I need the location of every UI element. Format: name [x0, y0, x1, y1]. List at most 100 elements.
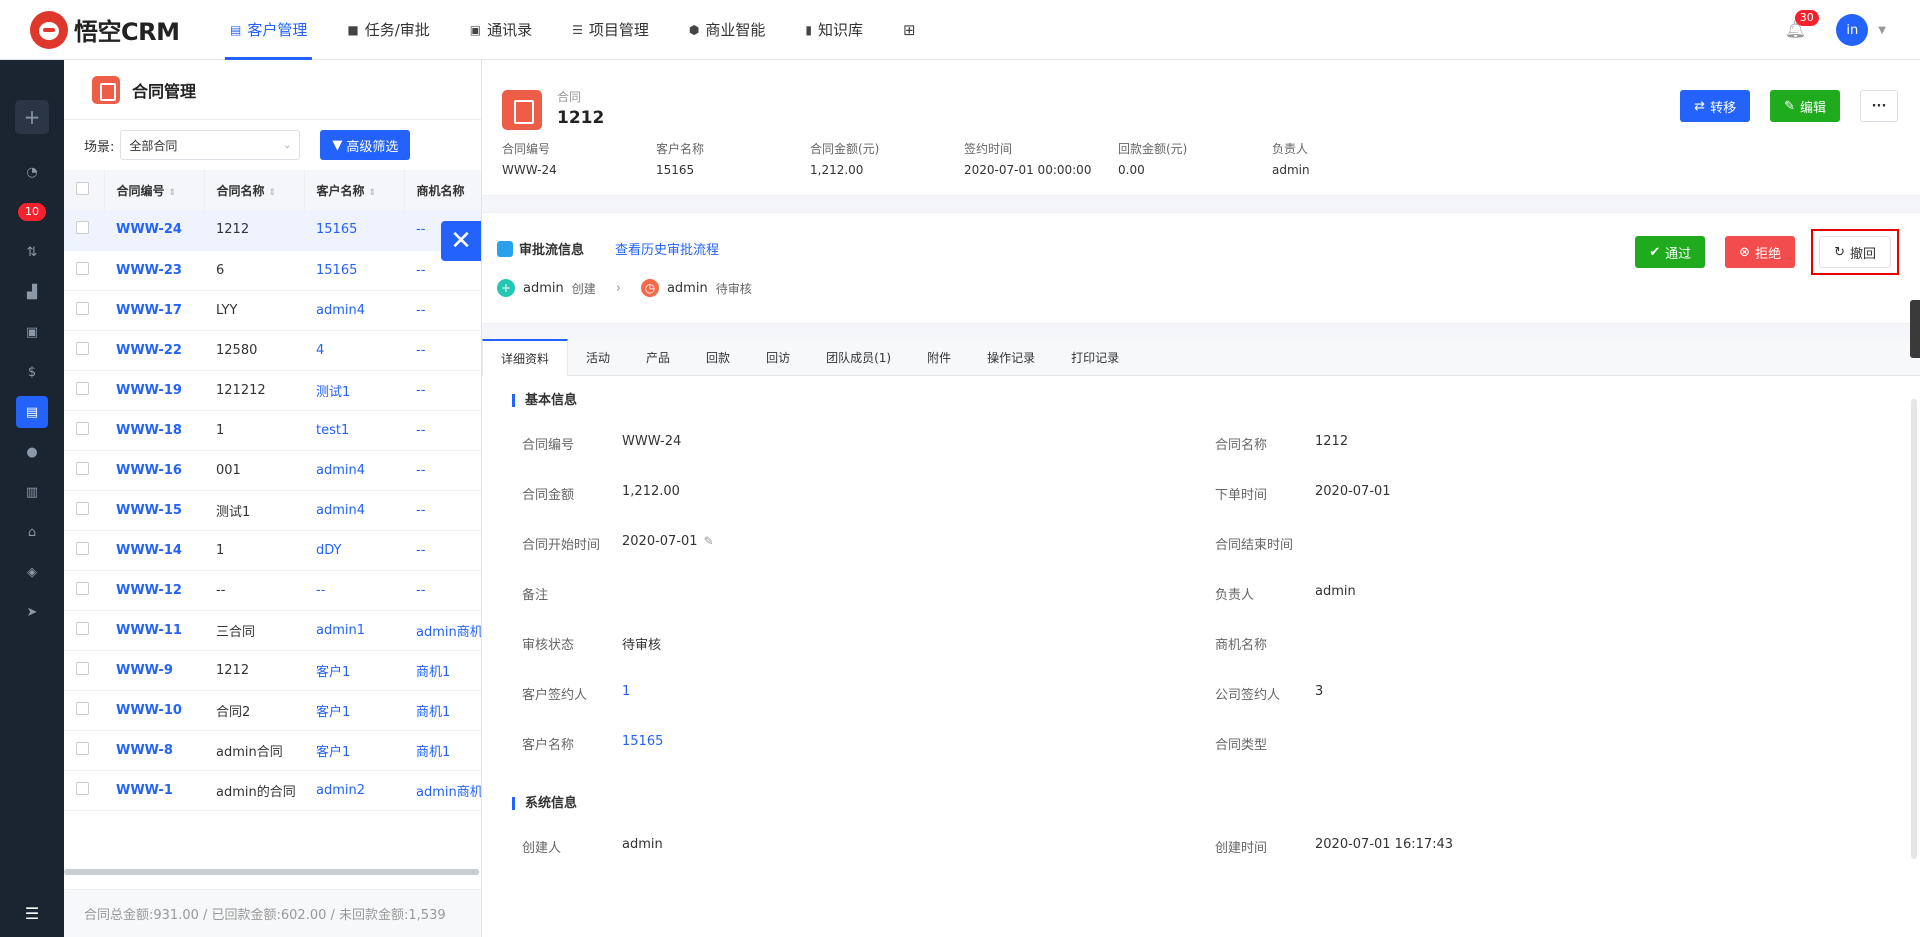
row-checkbox[interactable]	[76, 621, 89, 635]
pencil-icon[interactable]: ✎	[704, 534, 714, 548]
row-checkbox[interactable]	[76, 301, 89, 315]
row-checkbox[interactable]	[76, 501, 89, 515]
table-row[interactable]: WWW-14 1 dDY --	[64, 530, 484, 571]
tab-activity[interactable]: 活动	[568, 339, 628, 376]
contract-no-link[interactable]: WWW-22	[104, 330, 204, 371]
table-row[interactable]: WWW-18 1 test1 --	[64, 410, 484, 451]
transfer-button[interactable]: ⇄ 转移	[1680, 90, 1751, 122]
notification-button[interactable]: 🔔︎ 30	[1785, 10, 1819, 40]
sidebar-item-todo[interactable]: 10	[16, 196, 48, 228]
tab-details[interactable]: 详细资料	[482, 339, 569, 376]
opportunity-link[interactable]: 商机1	[404, 690, 484, 731]
sidebar-item-contacts[interactable]: ▣	[16, 316, 48, 348]
sidebar-item-customers[interactable]: ▟	[16, 276, 48, 308]
customer-link[interactable]: dDY	[304, 530, 404, 571]
table-row[interactable]: WWW-9 1212 客户1 商机1	[64, 650, 484, 691]
contract-no-link[interactable]: WWW-17	[104, 290, 204, 331]
opportunity-link[interactable]: admin商机	[404, 610, 484, 651]
row-checkbox[interactable]	[76, 381, 89, 395]
nav-customer-management[interactable]: ▤ 客户管理	[210, 0, 327, 60]
customer-link[interactable]: admin1	[304, 610, 404, 651]
contract-no-link[interactable]: WWW-12	[104, 570, 204, 611]
customer-link[interactable]: --	[304, 570, 404, 611]
row-checkbox[interactable]	[76, 341, 89, 355]
scene-select[interactable]: 全部合同 ⌄	[120, 130, 301, 160]
customer-link[interactable]: 15165	[304, 210, 404, 251]
customer-link[interactable]: 测试1	[304, 370, 404, 411]
field-value-editable[interactable]: 2020-07-01 ✎	[622, 534, 714, 549]
customer-signer-link[interactable]: 1	[622, 684, 630, 699]
opportunity-link[interactable]: --	[404, 370, 484, 411]
nav-knowledge-base[interactable]: ▮ 知识库	[785, 0, 883, 60]
avatar[interactable]: in	[1836, 14, 1869, 46]
contract-no-link[interactable]: WWW-15	[104, 490, 204, 531]
sidebar-item-marketing[interactable]: ➤	[16, 596, 48, 628]
opportunity-link[interactable]: admin商机	[404, 770, 484, 811]
opportunity-link[interactable]: --	[404, 450, 484, 491]
customer-link[interactable]: 客户1	[304, 690, 404, 731]
nav-tasks-approval[interactable]: ■ 任务/审批	[327, 0, 449, 60]
contract-no-link[interactable]: WWW-24	[104, 210, 204, 251]
contract-no-link[interactable]: WWW-9	[104, 650, 204, 691]
withdraw-button[interactable]: ↻ 撤回	[1819, 236, 1891, 268]
customer-name-link[interactable]: 15165	[622, 734, 663, 749]
row-checkbox[interactable]	[76, 421, 89, 435]
tab-receivables[interactable]: 回款	[688, 339, 748, 376]
table-row[interactable]: WWW-22 12580 4 --	[64, 330, 484, 371]
row-checkbox[interactable]	[76, 661, 89, 675]
logo[interactable]: 悟空CRM	[30, 10, 210, 49]
approve-button[interactable]: ✔ 通过	[1635, 236, 1706, 268]
table-row[interactable]: WWW-10 合同2 客户1 商机1	[64, 690, 484, 731]
vertical-scrollbar[interactable]	[1911, 399, 1917, 859]
customer-link[interactable]: 客户1	[304, 730, 404, 771]
sidebar-item-invoices[interactable]: ▥	[16, 476, 48, 508]
opportunity-link[interactable]: --	[404, 330, 484, 371]
customer-link[interactable]: test1	[304, 410, 404, 451]
opportunity-link[interactable]: --	[404, 410, 484, 451]
sidebar-item-visits[interactable]: ⌂	[16, 516, 48, 548]
customer-link[interactable]: 客户1	[304, 650, 404, 691]
contract-no-link[interactable]: WWW-14	[104, 530, 204, 571]
table-row[interactable]: WWW-8 admin合同 客户1 商机1	[64, 730, 484, 771]
customer-link[interactable]: 15165	[304, 250, 404, 291]
side-drawer-handle[interactable]	[1910, 300, 1920, 358]
sidebar-item-leads[interactable]: ⇅	[16, 236, 48, 268]
row-checkbox[interactable]	[76, 741, 89, 755]
sort-icon[interactable]: ⇕	[269, 188, 277, 198]
contract-no-link[interactable]: WWW-16	[104, 450, 204, 491]
table-row[interactable]: WWW-23 6 15165 --	[64, 250, 484, 291]
table-row[interactable]: WWW-17 LYY admin4 --	[64, 290, 484, 331]
table-row[interactable]: WWW-24 1212 15165 --	[64, 210, 484, 251]
opportunity-link[interactable]: --	[404, 290, 484, 331]
column-header[interactable]: 商机名称	[404, 170, 485, 210]
table-row[interactable]: WWW-15 测试1 admin4 --	[64, 490, 484, 531]
sidebar-item-products[interactable]: ◈	[16, 556, 48, 588]
nav-contacts[interactable]: ▣ 通讯录	[450, 0, 552, 60]
contract-no-link[interactable]: WWW-10	[104, 690, 204, 731]
row-checkbox[interactable]	[76, 581, 89, 595]
column-header[interactable]: 合同名称 ⇕	[204, 170, 305, 210]
contract-no-link[interactable]: WWW-19	[104, 370, 204, 411]
edit-button[interactable]: ✎ 编辑	[1770, 90, 1840, 122]
nav-projects[interactable]: ☰ 项目管理	[552, 0, 669, 60]
sort-icon[interactable]: ⇕	[369, 188, 377, 198]
more-button[interactable]: ···	[1860, 90, 1898, 122]
table-row[interactable]: WWW-11 三合同 admin1 admin商机	[64, 610, 484, 651]
contract-no-link[interactable]: WWW-1	[104, 770, 204, 811]
sidebar-item-dashboard[interactable]: ◔	[16, 156, 48, 188]
row-checkbox[interactable]	[76, 221, 89, 235]
tab-products[interactable]: 产品	[628, 339, 688, 376]
tab-operation-log[interactable]: 操作记录	[969, 339, 1053, 376]
select-all-checkbox[interactable]	[64, 170, 105, 210]
customer-link[interactable]: admin4	[304, 450, 404, 491]
opportunity-link[interactable]: --	[404, 530, 484, 571]
sidebar-item-opportunities[interactable]: $	[16, 356, 48, 388]
contract-no-link[interactable]: WWW-11	[104, 610, 204, 651]
tab-team-members[interactable]: 团队成员(1)	[808, 339, 909, 376]
table-row[interactable]: WWW-12 -- -- --	[64, 570, 484, 611]
row-checkbox[interactable]	[76, 541, 89, 555]
table-row[interactable]: WWW-16 001 admin4 --	[64, 450, 484, 491]
customer-link[interactable]: 4	[304, 330, 404, 371]
advanced-filter-button[interactable]: ▼ 高级筛选	[320, 130, 411, 160]
row-checkbox[interactable]	[76, 701, 89, 715]
